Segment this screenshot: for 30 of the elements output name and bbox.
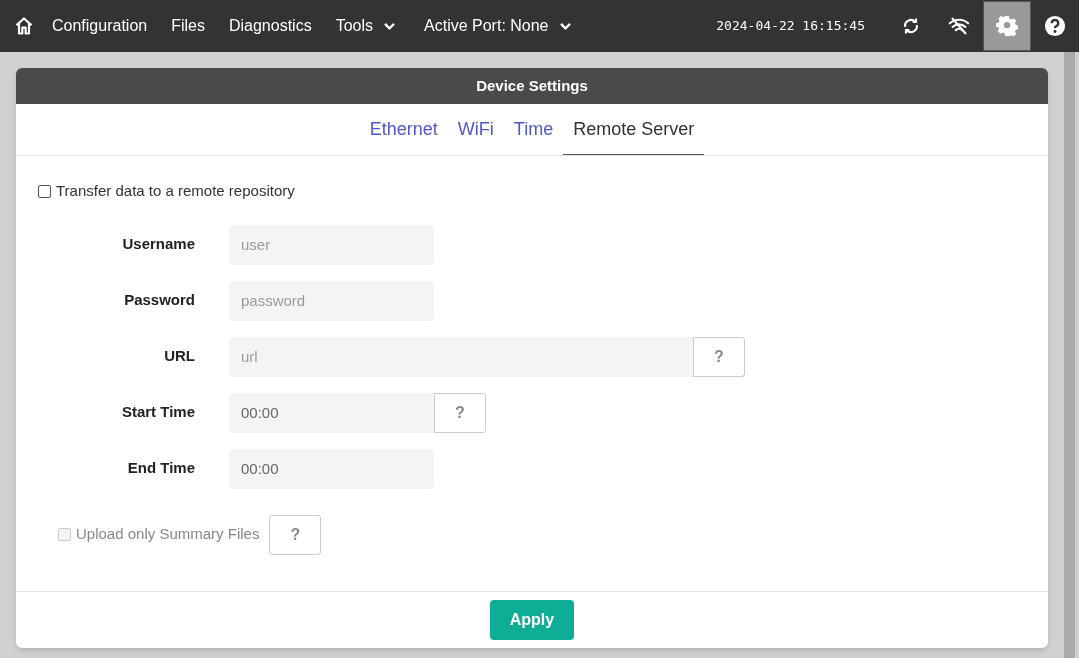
input-field[interactable]: 00:00 [229, 392, 434, 433]
field-label: Start Time [120, 402, 195, 423]
caret-icon [383, 21, 396, 31]
field-label: URL [163, 346, 195, 367]
checkbox[interactable] [38, 184, 51, 198]
dropdown-menu[interactable]: Tools [335, 14, 396, 38]
tab[interactable]: Remote Server [563, 104, 705, 155]
settings-icon[interactable] [983, 1, 1031, 51]
input-field[interactable]: user [229, 224, 434, 265]
input-field[interactable]: 00:00 [229, 448, 434, 489]
help-button[interactable]: ? [693, 336, 745, 377]
input-field[interactable]: url [229, 336, 693, 377]
dropdown-menu[interactable]: Active Port: None [424, 14, 572, 38]
checkbox-label: Upload only Summary Files [76, 524, 260, 545]
clock-text: 2024-04-22 16:15:45 [716, 17, 865, 36]
input-field[interactable]: password [229, 280, 434, 321]
tab[interactable]: WiFi [447, 104, 504, 155]
nav-link[interactable]: Files [171, 14, 205, 38]
tab[interactable]: Time [503, 104, 564, 155]
tab[interactable]: Ethernet [359, 104, 448, 155]
help-button[interactable]: ? [434, 392, 486, 433]
home-icon[interactable] [14, 16, 34, 36]
nav-link[interactable]: Configuration [52, 14, 148, 38]
nav-link[interactable]: Diagnostics [228, 14, 312, 38]
field-label: Username [121, 234, 195, 255]
checkbox-label: Transfer data to a remote repository [56, 181, 295, 201]
field-label: Password [123, 290, 195, 311]
field-label: End Time [126, 458, 195, 479]
card-title: Device Settings [16, 68, 1048, 104]
caret-icon [558, 21, 572, 31]
